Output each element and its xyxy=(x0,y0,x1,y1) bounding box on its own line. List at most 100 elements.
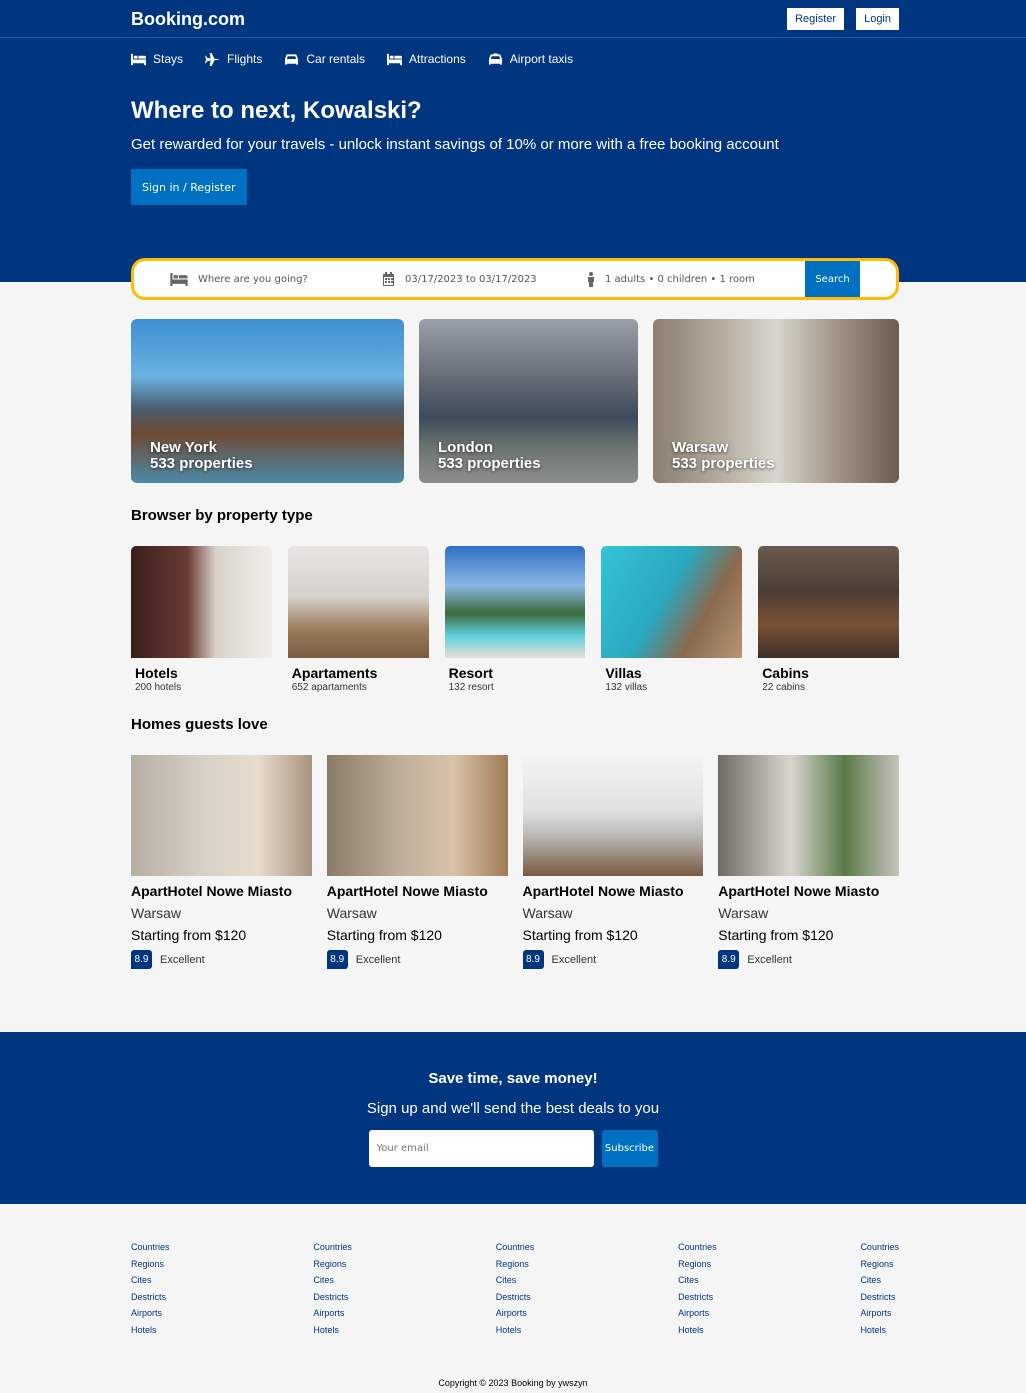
car-icon xyxy=(285,53,299,65)
footer-link[interactable]: Regions xyxy=(678,1259,717,1270)
nav-item-car-rentals[interactable]: Car rentals xyxy=(284,51,365,67)
footer-link[interactable]: Hotels xyxy=(313,1325,352,1336)
nav-item-attractions[interactable]: Attractions xyxy=(387,51,466,67)
footer-link[interactable]: Regions xyxy=(131,1259,170,1270)
footer-link[interactable]: Hotels xyxy=(678,1325,717,1336)
logo[interactable]: Booking.com xyxy=(131,9,245,30)
property-type-name: Villas xyxy=(605,665,642,681)
home-card[interactable]: ApartHotel Nowe Miasto Warsaw Starting f… xyxy=(522,755,704,969)
home-name: ApartHotel Nowe Miasto xyxy=(131,883,293,899)
property-type-hotels[interactable]: Hotels 200 hotels xyxy=(131,546,272,693)
property-type-cabins[interactable]: Cabins 22 cabins xyxy=(758,546,899,693)
property-type-apartaments[interactable]: Apartaments 652 apartaments xyxy=(287,546,429,693)
footer-link[interactable]: Hotels xyxy=(860,1325,899,1336)
property-type-count: 200 hotels xyxy=(135,682,182,693)
property-type-resort[interactable]: Resort 132 resort xyxy=(444,546,586,693)
calendar-icon xyxy=(383,272,394,286)
score-badge: 8.9 xyxy=(131,950,152,969)
destination-input[interactable]: Where are you going? xyxy=(198,274,308,285)
footer-link[interactable]: Cites xyxy=(496,1275,535,1286)
footer-link[interactable]: Regions xyxy=(496,1259,535,1270)
footer-link[interactable]: Countries xyxy=(131,1242,170,1253)
footer-link[interactable]: Destricts xyxy=(131,1292,170,1303)
footer-link[interactable]: Cites xyxy=(313,1275,352,1286)
footer-link[interactable]: Hotels xyxy=(496,1325,535,1336)
homes-title: Homes guests love xyxy=(131,716,268,733)
property-type-name: Cabins xyxy=(762,665,809,681)
search-button[interactable]: Search xyxy=(805,261,860,297)
bed-icon xyxy=(387,53,403,65)
property-type-image xyxy=(758,546,899,658)
nav-label: Flights xyxy=(227,52,263,66)
home-card[interactable]: ApartHotel Nowe Miasto Warsaw Starting f… xyxy=(326,755,508,969)
footer-column: Countries Regions Cites Destricts Airpor… xyxy=(313,1242,352,1335)
register-button[interactable]: Register xyxy=(787,8,845,30)
home-city: Warsaw xyxy=(522,905,573,921)
nav-item-airport-taxis[interactable]: Airport taxis xyxy=(488,51,573,67)
city-name: New York xyxy=(150,439,217,456)
nav-item-stays[interactable]: Stays xyxy=(131,51,183,67)
property-type-name: Hotels xyxy=(135,665,178,681)
guests-field[interactable]: 1 adults • 0 children • 1 room xyxy=(587,271,805,287)
property-count: 533 properties xyxy=(672,455,775,472)
home-name: ApartHotel Nowe Miasto xyxy=(326,883,488,899)
date-field[interactable]: 03/17/2023 to 03/17/2023 xyxy=(382,272,587,286)
home-city: Warsaw xyxy=(718,905,769,921)
newsletter-form: Subscribe xyxy=(0,1130,1026,1167)
home-rating: 8.9 Excellent xyxy=(326,950,508,969)
home-rating: 8.9 Excellent xyxy=(718,950,899,969)
footer-link[interactable]: Airports xyxy=(678,1308,717,1319)
newsletter-section: Save time, save money! Sign up and we'll… xyxy=(0,1032,1026,1204)
footer-link[interactable]: Countries xyxy=(678,1242,717,1253)
nav-label: Airport taxis xyxy=(509,52,574,66)
home-rating: 8.9 Excellent xyxy=(131,950,312,969)
footer-link[interactable]: Regions xyxy=(313,1259,352,1270)
property-types-title: Browser by property type xyxy=(131,507,313,524)
date-range: 03/17/2023 to 03/17/2023 xyxy=(405,273,537,285)
featured-card-london[interactable]: London 533 properties xyxy=(419,319,638,483)
footer-link[interactable]: Destricts xyxy=(678,1292,717,1303)
destination-field[interactable]: Where are you going? xyxy=(170,272,382,286)
footer-link[interactable]: Airports xyxy=(860,1308,899,1319)
rating-label: Excellent xyxy=(160,953,205,966)
property-type-villas[interactable]: Villas 132 villas xyxy=(601,546,743,693)
rating-label: Excellent xyxy=(747,953,792,966)
footer-link[interactable]: Cites xyxy=(131,1275,170,1286)
footer-column: Countries Regions Cites Destricts Airpor… xyxy=(678,1242,717,1335)
home-image xyxy=(522,755,704,876)
footer-link[interactable]: Regions xyxy=(860,1259,899,1270)
footer-link[interactable]: Airports xyxy=(313,1308,352,1319)
footer-link[interactable]: Destricts xyxy=(496,1292,535,1303)
home-image xyxy=(326,755,508,876)
nav-item-flights[interactable]: Flights xyxy=(205,51,262,67)
footer-link[interactable]: Hotels xyxy=(131,1325,170,1336)
home-card[interactable]: ApartHotel Nowe Miasto Warsaw Starting f… xyxy=(131,755,312,969)
home-card[interactable]: ApartHotel Nowe Miasto Warsaw Starting f… xyxy=(718,755,899,969)
nav-label: Attractions xyxy=(409,52,466,66)
property-type-image xyxy=(131,546,272,658)
footer-link[interactable]: Destricts xyxy=(313,1292,352,1303)
email-input[interactable] xyxy=(368,1130,594,1167)
top-bar: Booking.com Register Login xyxy=(0,0,1026,38)
footer-link[interactable]: Destricts xyxy=(860,1292,899,1303)
rating-label: Excellent xyxy=(355,953,401,966)
footer-link[interactable]: Airports xyxy=(131,1308,170,1319)
footer-link[interactable]: Countries xyxy=(860,1242,899,1253)
city-name: London xyxy=(438,439,493,456)
footer-link[interactable]: Cites xyxy=(860,1275,899,1286)
property-type-count: 132 resort xyxy=(448,682,494,693)
property-types-list: Hotels 200 hotels Apartaments 652 aparta… xyxy=(131,546,899,693)
footer-link[interactable]: Airports xyxy=(496,1308,535,1319)
nav-label: Car rentals xyxy=(306,52,366,66)
footer-link[interactable]: Cites xyxy=(678,1275,717,1286)
featured-card-new-york[interactable]: New York 533 properties xyxy=(131,319,404,483)
city-name: Warsaw xyxy=(672,439,729,456)
footer-link[interactable]: Countries xyxy=(313,1242,352,1253)
subscribe-button[interactable]: Subscribe xyxy=(601,1130,658,1167)
login-button[interactable]: Login xyxy=(856,8,899,30)
featured-card-warsaw[interactable]: Warsaw 533 properties xyxy=(653,319,899,483)
sign-in-register-button[interactable]: Sign in / Register xyxy=(131,169,247,205)
footer-link[interactable]: Countries xyxy=(496,1242,535,1253)
score-badge: 8.9 xyxy=(718,950,740,969)
featured-label: New York 533 properties xyxy=(150,440,253,472)
